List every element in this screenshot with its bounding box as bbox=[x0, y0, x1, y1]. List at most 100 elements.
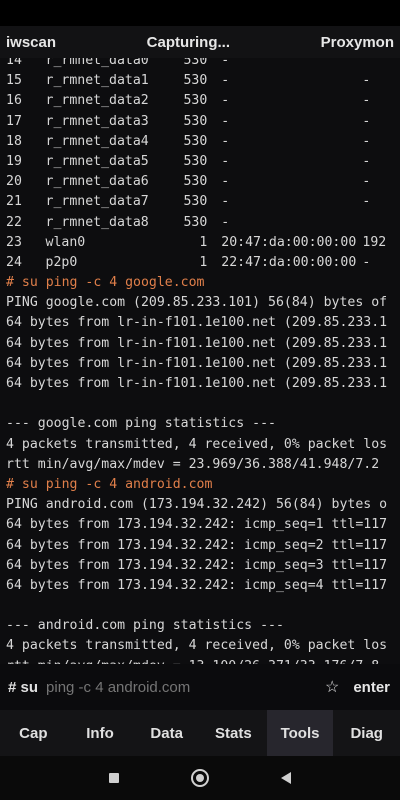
su-prefix[interactable]: # su bbox=[8, 679, 38, 696]
table-cell-mtu: 530 bbox=[183, 93, 208, 109]
output-line: 4 packets transmitted, 4 received, 0% pa… bbox=[6, 638, 388, 654]
table-cell-name: r_rmnet_data4 bbox=[45, 133, 149, 149]
tab-diag[interactable]: Diag bbox=[333, 710, 400, 756]
output-line: 64 bytes from 173.194.32.242: icmp_seq=4… bbox=[6, 577, 388, 593]
table-cell-ip bbox=[362, 58, 400, 71]
table-cell-ip: - bbox=[362, 93, 371, 109]
output-line: --- google.com ping statistics --- bbox=[6, 416, 276, 432]
table-row: 15 r_rmnet_data1 530- - bbox=[6, 71, 400, 91]
output-line: 64 bytes from lr-in-f101.1e100.net (209.… bbox=[6, 376, 388, 391]
table-cell-mac: - bbox=[221, 133, 230, 149]
table-row: 16 r_rmnet_data2 530- - bbox=[6, 91, 400, 111]
table-cell-mac: 22:47:da:00:00:00 bbox=[221, 254, 357, 270]
table-row: 22 r_rmnet_data8 530- bbox=[6, 213, 400, 233]
table-cell-idx: 17 bbox=[6, 113, 22, 129]
table-cell-mtu: 1 bbox=[199, 254, 208, 270]
tab-cap[interactable]: Cap bbox=[0, 710, 67, 756]
status-bar bbox=[0, 0, 400, 26]
output-line: 64 bytes from 173.194.32.242: icmp_seq=3… bbox=[6, 557, 388, 573]
star-icon[interactable]: ☆ bbox=[325, 677, 339, 697]
table-cell-idx: 16 bbox=[6, 93, 22, 109]
table-cell-mtu: 1 bbox=[199, 234, 208, 250]
table-row: 14 r_rmnet_data0 530 - bbox=[6, 58, 400, 71]
table-cell-mac: - bbox=[221, 214, 230, 230]
table-cell-idx: 20 bbox=[6, 174, 22, 190]
terminal-output[interactable]: 14 r_rmnet_data0 530-15 r_rmnet_data1 530- -1… bbox=[0, 58, 400, 664]
table-cell-mtu: 530 bbox=[183, 174, 208, 190]
table-cell-idx: 24 bbox=[6, 254, 22, 270]
table-cell-mac: - bbox=[221, 153, 230, 169]
table-row: 20 r_rmnet_data6 530- - bbox=[6, 172, 400, 192]
table-cell-mtu: 530 bbox=[183, 73, 208, 89]
table-row: 18 r_rmnet_data4 530- - bbox=[6, 132, 400, 152]
table-cell-idx: 18 bbox=[6, 133, 22, 149]
tab-label: Data bbox=[150, 724, 183, 742]
app-title[interactable]: iwscan bbox=[6, 34, 56, 51]
table-cell-name: r_rmnet_data0 bbox=[45, 58, 149, 68]
table-cell-mtu: 530 bbox=[183, 113, 208, 129]
table-cell-mtu: 530 bbox=[183, 214, 208, 230]
enter-button[interactable]: enter bbox=[353, 679, 390, 696]
table-cell-mac: - bbox=[221, 58, 230, 68]
table-cell-mtu: 530 bbox=[183, 153, 208, 169]
command-input[interactable] bbox=[46, 678, 317, 696]
table-cell-idx: 14 bbox=[6, 58, 22, 68]
output-line: PING android.com (173.194.32.242) 56(84)… bbox=[6, 497, 388, 513]
output-line: 4 packets transmitted, 4 received, 0% pa… bbox=[6, 436, 388, 452]
table-cell-name: r_rmnet_data2 bbox=[45, 93, 149, 109]
table-cell-name: r_rmnet_data1 bbox=[45, 73, 149, 89]
output-line: rtt min/avg/max/mdev = 13.100/26.371/33.… bbox=[6, 657, 400, 664]
output-line: PING google.com (209.85.233.101) 56(84) … bbox=[6, 295, 388, 311]
table-cell-mac: - bbox=[221, 93, 230, 109]
table-cell-mtu: 530 bbox=[183, 58, 208, 68]
terminal-scroll: 14 r_rmnet_data0 530-15 r_rmnet_data1 530- -1… bbox=[6, 58, 400, 664]
table-cell-name: p2p0 bbox=[45, 254, 78, 270]
tab-tools[interactable]: Tools bbox=[266, 710, 334, 756]
proxymon-link[interactable]: Proxymon bbox=[321, 34, 394, 51]
tab-info[interactable]: Info bbox=[67, 710, 134, 756]
tab-label: Diag bbox=[350, 724, 383, 742]
tab-label: Stats bbox=[215, 724, 252, 742]
table-cell-name: r_rmnet_data6 bbox=[45, 174, 149, 190]
table-cell-ip bbox=[362, 213, 400, 233]
output-line: --- android.com ping statistics --- bbox=[6, 618, 284, 634]
table-cell-mac: - bbox=[221, 174, 230, 190]
command-prompt-line: # su ping -c 4 android.com bbox=[6, 476, 213, 492]
table-cell-name: r_rmnet_data7 bbox=[45, 194, 149, 210]
command-prompt-line: # su ping -c 4 google.com bbox=[6, 275, 205, 291]
table-cell-mtu: 530 bbox=[183, 194, 208, 210]
table-cell-idx: 21 bbox=[6, 194, 22, 210]
table-cell-mac: 20:47:da:00:00:00 bbox=[221, 234, 357, 250]
output-line: 64 bytes from 173.194.32.242: icmp_seq=1… bbox=[6, 517, 388, 533]
table-cell-ip: - bbox=[362, 174, 371, 190]
table-cell-ip: - bbox=[362, 254, 371, 270]
table-cell-idx: 22 bbox=[6, 214, 22, 230]
table-cell-idx: 23 bbox=[6, 234, 22, 250]
table-cell-ip: 192 bbox=[362, 234, 387, 250]
table-cell-name: wlan0 bbox=[45, 234, 86, 250]
tab-label: Cap bbox=[19, 724, 48, 742]
table-cell-ip: - bbox=[362, 113, 371, 129]
table-cell-idx: 15 bbox=[6, 73, 22, 89]
bottom-tab-bar: Cap Info Data Stats Tools Diag bbox=[0, 710, 400, 756]
tab-data[interactable]: Data bbox=[133, 710, 200, 756]
table-cell-ip: - bbox=[362, 153, 371, 169]
output-line: 64 bytes from lr-in-f101.1e100.net (209.… bbox=[6, 335, 388, 351]
home-icon[interactable] bbox=[191, 769, 209, 787]
output-line: 64 bytes from lr-in-f101.1e100.net (209.… bbox=[6, 315, 388, 331]
table-row: 23 wlan0 1 20:47:da:00:00:00 192 bbox=[6, 233, 400, 253]
table-cell-idx: 19 bbox=[6, 153, 22, 169]
table-row: 21 r_rmnet_data7 530- - bbox=[6, 192, 400, 212]
back-icon[interactable] bbox=[281, 772, 291, 784]
system-nav-bar bbox=[0, 756, 400, 800]
table-cell-name: r_rmnet_data8 bbox=[45, 214, 149, 230]
table-cell-name: r_rmnet_data3 bbox=[45, 113, 149, 129]
table-cell-mtu: 530 bbox=[183, 133, 208, 149]
output-line: 64 bytes from 173.194.32.242: icmp_seq=2… bbox=[6, 537, 388, 553]
table-row: 24 p2p0 1 22:47:da:00:00:00- bbox=[6, 253, 400, 273]
tab-label: Tools bbox=[280, 724, 320, 742]
recents-icon[interactable] bbox=[109, 773, 119, 783]
tab-stats[interactable]: Stats bbox=[200, 710, 267, 756]
